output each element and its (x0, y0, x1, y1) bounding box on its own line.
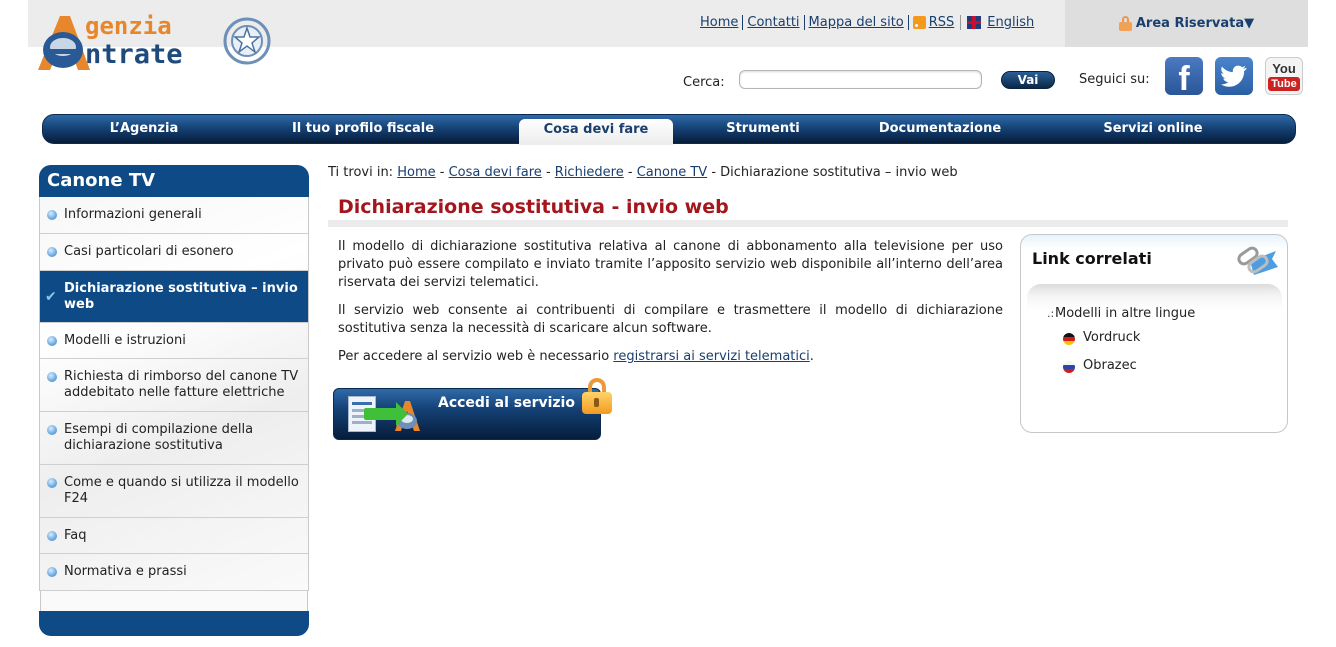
logo-text-ntrate: ntrate (85, 39, 183, 70)
rss-icon[interactable] (912, 16, 926, 29)
follow-us-label: Seguici su: (1079, 72, 1150, 87)
main-content: Il modello di dichiarazione sostitutiva … (338, 238, 1003, 376)
sidebar-item-casi-esonero[interactable]: Casi particolari di esonero (40, 234, 308, 271)
sidebar-item-modelli-istruzioni[interactable]: Modelli e istruzioni (40, 323, 308, 359)
related-group-label: Modelli in altre lingue (1055, 306, 1196, 321)
related-links-title: Link correlati (1032, 249, 1152, 268)
caret-down-icon: ▼ (1244, 16, 1255, 31)
paragraph-access: Per accedere al servizio web è necessari… (338, 349, 814, 364)
chain-link-icon (1237, 246, 1278, 275)
sidebar-menu: Informazioni generali Casi particolari d… (39, 197, 309, 611)
breadcrumb-link-richiedere[interactable]: Richiedere (555, 165, 624, 180)
top-link-english[interactable]: English (987, 15, 1034, 30)
sidebar-footer (39, 611, 309, 636)
sidebar-item-dichiarazione-sostitutiva[interactable]: ✔ Dichiarazione sostitutiva – invio web (40, 271, 308, 323)
group-bullet-icon: .: (1047, 307, 1055, 320)
breadcrumb-link-home[interactable]: Home (397, 165, 435, 180)
search-input[interactable] (739, 70, 982, 89)
bullet-icon (47, 210, 57, 220)
sidebar-item-faq[interactable]: Faq (40, 518, 308, 554)
top-links: Home Contatti Mappa del sito RSS English (700, 15, 1034, 30)
padlock-icon (582, 378, 612, 414)
bullet-icon (47, 425, 57, 435)
bullet-icon (47, 530, 57, 541)
related-links-box: Link correlati .: Modelli in altre lingu… (1020, 234, 1288, 433)
bullet-icon (47, 372, 57, 382)
nav-tab-profilo-fiscale[interactable]: Il tuo profilo fiscale (263, 115, 463, 143)
nav-tab-strumenti[interactable]: Strumenti (713, 115, 813, 143)
page-title: Dichiarazione sostitutiva - invio web (338, 196, 729, 218)
sidebar-item-modello-f24[interactable]: Come e quando si utilizza il modello F24 (40, 465, 308, 518)
german-flag-icon (1063, 333, 1075, 345)
separator (742, 15, 744, 30)
paragraph: Il servizio web consente ai contribuenti… (338, 303, 1003, 336)
paragraph: Il modello di dichiarazione sostitutiva … (338, 239, 1003, 290)
breadcrumb-prefix: Ti trovi in: (328, 165, 394, 180)
sidebar-item-informazioni-generali[interactable]: Informazioni generali (40, 197, 308, 234)
search-label: Cerca: (683, 75, 725, 90)
nav-tab-documentazione[interactable]: Documentazione (863, 115, 1017, 143)
top-link-mappa[interactable]: Mappa del sito (809, 15, 904, 30)
top-link-contatti[interactable]: Contatti (747, 15, 799, 30)
top-link-home[interactable]: Home (700, 15, 738, 30)
arrow-right-icon (364, 402, 408, 426)
breadcrumb: Ti trovi in: Home - Cosa devi fare - Ric… (328, 165, 958, 180)
bullet-icon (47, 335, 57, 346)
accedi-al-servizio-button[interactable]: Accedi al servizio (333, 388, 601, 440)
area-riservata-label: Area Riservata (1135, 16, 1245, 31)
russian-flag-icon (1063, 361, 1075, 373)
nav-tab-agenzia[interactable]: L’Agenzia (93, 115, 195, 143)
sidebar: Canone TV Informazioni generali Casi par… (39, 165, 309, 639)
sidebar-item-esempi-compilazione[interactable]: Esempi di compilazione della dichiarazio… (40, 412, 308, 465)
lock-icon (1118, 16, 1132, 31)
checkmark-icon: ✔ (45, 288, 57, 305)
related-link-obrazec[interactable]: Obrazec (1083, 358, 1137, 373)
agenzia-entrate-logo[interactable]: genzia ntrate (36, 12, 276, 74)
separator (907, 15, 909, 30)
breadcrumb-link-cosa-devi-fare[interactable]: Cosa devi fare (449, 165, 542, 180)
uk-flag-icon (967, 16, 982, 29)
twitter-icon[interactable] (1215, 57, 1253, 95)
facebook-icon[interactable]: f (1165, 57, 1203, 95)
bullet-icon (47, 247, 57, 257)
italian-emblem-icon (223, 17, 271, 65)
separator (803, 15, 805, 30)
area-riservata-button[interactable]: Area Riservata ▼ (1065, 0, 1308, 47)
related-link-vordruck[interactable]: Vordruck (1083, 330, 1140, 345)
separator (960, 15, 962, 30)
breadcrumb-current: Dichiarazione sostitutiva – invio web (720, 165, 958, 180)
bullet-icon (47, 478, 57, 488)
nav-tab-cosa-devi-fare[interactable]: Cosa devi fare (519, 119, 673, 145)
bullet-icon (47, 567, 57, 577)
sidebar-title: Canone TV (39, 165, 309, 197)
youtube-icon[interactable]: You Tube (1265, 57, 1303, 95)
logo-text-genzia: genzia (85, 12, 172, 40)
title-divider (328, 220, 1288, 227)
sidebar-item-rimborso[interactable]: Richiesta di rimborso del canone TV adde… (40, 359, 308, 412)
sidebar-item-normativa-prassi[interactable]: Normativa e prassi (40, 554, 308, 591)
top-link-rss[interactable]: RSS (929, 15, 955, 30)
logo-e-icon (38, 16, 90, 70)
breadcrumb-link-canone-tv[interactable]: Canone TV (637, 165, 707, 180)
register-link[interactable]: registrarsi ai servizi telematici (613, 349, 809, 364)
search-submit-button[interactable]: Vai (1001, 71, 1055, 89)
nav-tab-servizi-online[interactable]: Servizi online (1083, 115, 1223, 143)
main-nav: L’Agenzia Il tuo profilo fiscale Cosa de… (42, 114, 1296, 145)
accedi-label: Accedi al servizio (438, 395, 575, 411)
